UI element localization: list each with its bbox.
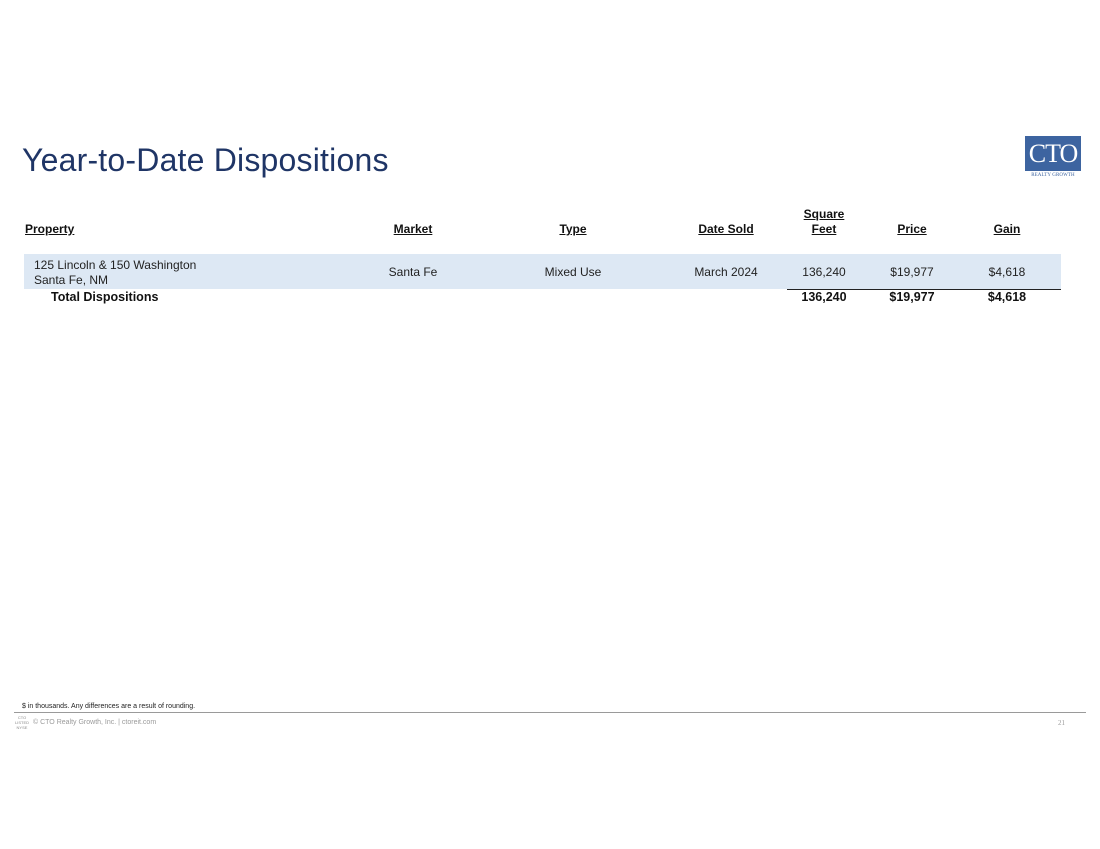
header-date-sold: Date Sold: [698, 222, 754, 236]
property-name: 125 Lincoln & 150 Washington: [34, 258, 197, 272]
nyse-listed-logo: CTO LISTED NYSE: [15, 715, 29, 730]
logo-subtext: REALTY GROWTH: [1031, 173, 1075, 178]
footer-divider: [14, 712, 1086, 713]
copyright-text: © CTO Realty Growth, Inc. | ctoreit.com: [33, 719, 157, 726]
header-square-feet-line2: Feet: [811, 222, 837, 236]
market-cell: Santa Fe: [388, 265, 438, 279]
header-price: Price: [897, 222, 927, 236]
header-property: Property: [25, 222, 75, 236]
total-price: $19,977: [889, 290, 935, 304]
footnote: $ in thousands. Any differences are a re…: [22, 703, 196, 710]
page-number: 21: [1058, 719, 1065, 727]
header-square-feet-line1: Square: [803, 207, 845, 221]
ticker-mark-line3: NYSE: [16, 725, 28, 730]
gain-cell: $4,618: [988, 265, 1026, 279]
property-location: Santa Fe, NM: [34, 273, 109, 287]
date-sold-cell: March 2024: [694, 265, 758, 279]
total-square-feet: 136,240: [801, 290, 847, 304]
header-gain: Gain: [993, 222, 1021, 236]
price-cell: $19,977: [890, 265, 934, 279]
type-cell: Mixed Use: [544, 265, 602, 279]
logo-mark: CTO: [1025, 136, 1081, 171]
header-type: Type: [559, 222, 587, 236]
total-label: Total Dispositions: [51, 290, 159, 304]
square-feet-cell: 136,240: [802, 265, 846, 279]
page-title: Year-to-Date Dispositions: [22, 142, 389, 178]
total-gain: $4,618: [987, 290, 1027, 304]
cto-logo: CTO REALTY GROWTH: [1025, 136, 1081, 180]
header-market: Market: [393, 222, 433, 236]
